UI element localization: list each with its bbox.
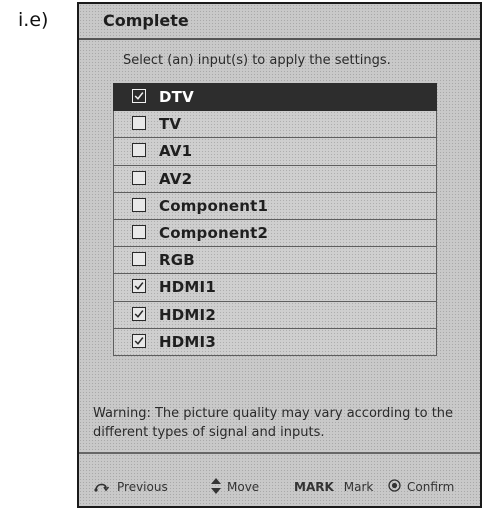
input-checkbox[interactable] (132, 116, 146, 131)
input-checkbox[interactable] (132, 306, 146, 321)
input-checkbox[interactable] (132, 333, 146, 348)
confirm-label: Confirm (407, 480, 455, 494)
mark-key: MARK (294, 480, 334, 494)
input-label: HDMI1 (159, 278, 216, 297)
input-row[interactable]: AV2 (113, 165, 437, 193)
input-label: HDMI3 (159, 332, 216, 351)
input-checkbox[interactable] (132, 224, 146, 239)
move-button[interactable]: Move (211, 477, 260, 497)
complete-dialog: Complete Select (an) input(s) to apply t… (77, 2, 482, 508)
input-row[interactable]: DTV (113, 83, 437, 112)
input-list: DTV TV AV1 AV2 Component1 Component2 RGB HDMI1 H… (113, 83, 437, 356)
input-row[interactable]: HDMI1 (113, 274, 437, 302)
input-checkbox[interactable] (132, 143, 146, 158)
input-checkbox[interactable] (132, 89, 146, 103)
input-row[interactable]: AV1 (113, 138, 437, 166)
instruction-text: Select (an) input(s) to apply the settin… (123, 53, 391, 68)
input-checkbox[interactable] (132, 279, 146, 294)
previous-button[interactable]: Previous (93, 478, 168, 496)
mark-label: Mark (343, 480, 374, 494)
input-checkbox[interactable] (132, 170, 146, 185)
footer-divider (79, 452, 480, 454)
footer-bar: Previous Move MARK Mark Confirm (79, 477, 480, 500)
confirm-button[interactable]: Confirm (388, 478, 454, 496)
input-row[interactable]: HDMI3 (113, 328, 437, 356)
input-row[interactable]: Component1 (113, 192, 437, 220)
return-arrow-icon (93, 480, 111, 495)
input-label: AV1 (159, 142, 193, 161)
input-label: HDMI2 (159, 305, 216, 324)
dialog-title: Complete (103, 11, 189, 30)
input-label: AV2 (159, 169, 193, 188)
input-label: Component1 (159, 196, 269, 215)
up-down-arrow-icon (211, 477, 221, 497)
input-row[interactable]: TV (113, 111, 437, 139)
checkmark-icon (134, 92, 144, 100)
input-row[interactable]: HDMI2 (113, 301, 437, 329)
move-label: Move (227, 480, 260, 494)
mark-button[interactable]: MARK Mark (294, 478, 373, 496)
checkmark-icon (134, 282, 144, 291)
input-label: Component2 (159, 223, 269, 242)
input-label: DTV (159, 88, 194, 106)
input-label: TV (159, 115, 182, 134)
input-checkbox[interactable] (132, 197, 146, 212)
input-row[interactable]: Component2 (113, 219, 437, 248)
checkmark-icon (134, 336, 144, 345)
input-checkbox[interactable] (132, 252, 146, 267)
step-label: i.e) (18, 9, 49, 31)
warning-text: Warning: The picture quality may vary ac… (93, 406, 454, 440)
input-label: RGB (159, 251, 195, 270)
ok-circle-icon (388, 479, 401, 495)
previous-label: Previous (117, 480, 168, 494)
input-row[interactable]: RGB (113, 247, 437, 275)
dialog-title-bar: Complete (79, 4, 480, 40)
checkmark-icon (134, 309, 144, 318)
